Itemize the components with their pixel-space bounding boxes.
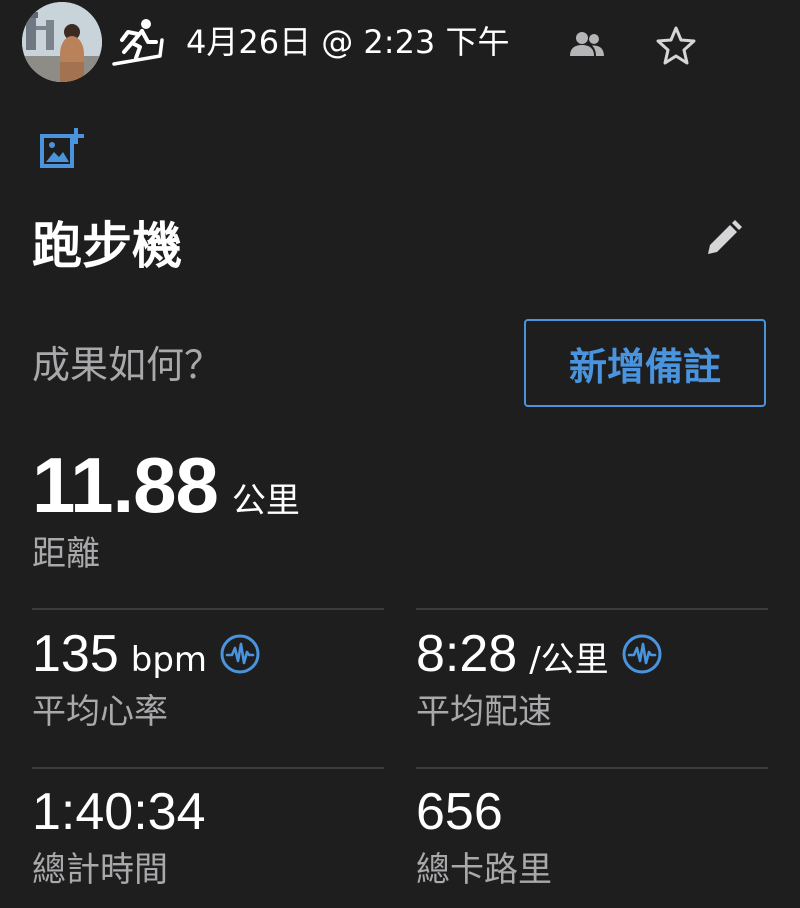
avatar-photo: [22, 2, 102, 82]
add-photo-icon[interactable]: [38, 126, 86, 170]
heart-rate-icon[interactable]: [621, 633, 663, 675]
total-calories-value: 656: [416, 783, 503, 841]
pencil-icon[interactable]: [702, 218, 744, 260]
avg-pace-unit: /公里: [529, 640, 609, 680]
people-icon: [569, 30, 605, 58]
total-time-row: 1:40:34: [32, 782, 206, 842]
total-time-label: 總計時間: [32, 850, 168, 890]
star-outline-icon[interactable]: [655, 25, 697, 65]
add-note-button[interactable]: 新增備註: [524, 319, 766, 407]
avatar[interactable]: [22, 2, 102, 82]
avg-pace-row: 8:28 /公里: [416, 624, 663, 684]
avg-pace-value: 8:28: [416, 625, 518, 683]
distance-value: 11.88: [32, 441, 219, 529]
divider: [32, 608, 384, 610]
divider: [416, 608, 768, 610]
total-calories-row: 656: [416, 782, 503, 842]
activity-date-time: 4月26日 @ 2:23 下午: [186, 23, 510, 61]
heart-rate-icon[interactable]: [219, 633, 261, 675]
treadmill-runner-icon: [112, 16, 164, 68]
note-prompt: 成果如何？: [32, 343, 223, 387]
avg-heart-rate-value: 135: [32, 625, 119, 683]
avg-heart-rate-row: 135 bpm: [32, 624, 261, 684]
avg-heart-rate-unit: bpm: [130, 640, 208, 680]
divider: [32, 767, 384, 769]
activity-title: 跑步機: [32, 217, 182, 275]
total-calories-label: 總卡路里: [416, 850, 552, 890]
distance-unit: 公里: [231, 481, 300, 521]
total-time-value: 1:40:34: [32, 783, 206, 841]
divider: [416, 767, 768, 769]
distance-label: 距離: [32, 534, 100, 574]
distance-value-row: 11.88 公里: [32, 440, 300, 531]
avg-pace-label: 平均配速: [416, 692, 552, 732]
avg-heart-rate-label: 平均心率: [32, 692, 168, 732]
